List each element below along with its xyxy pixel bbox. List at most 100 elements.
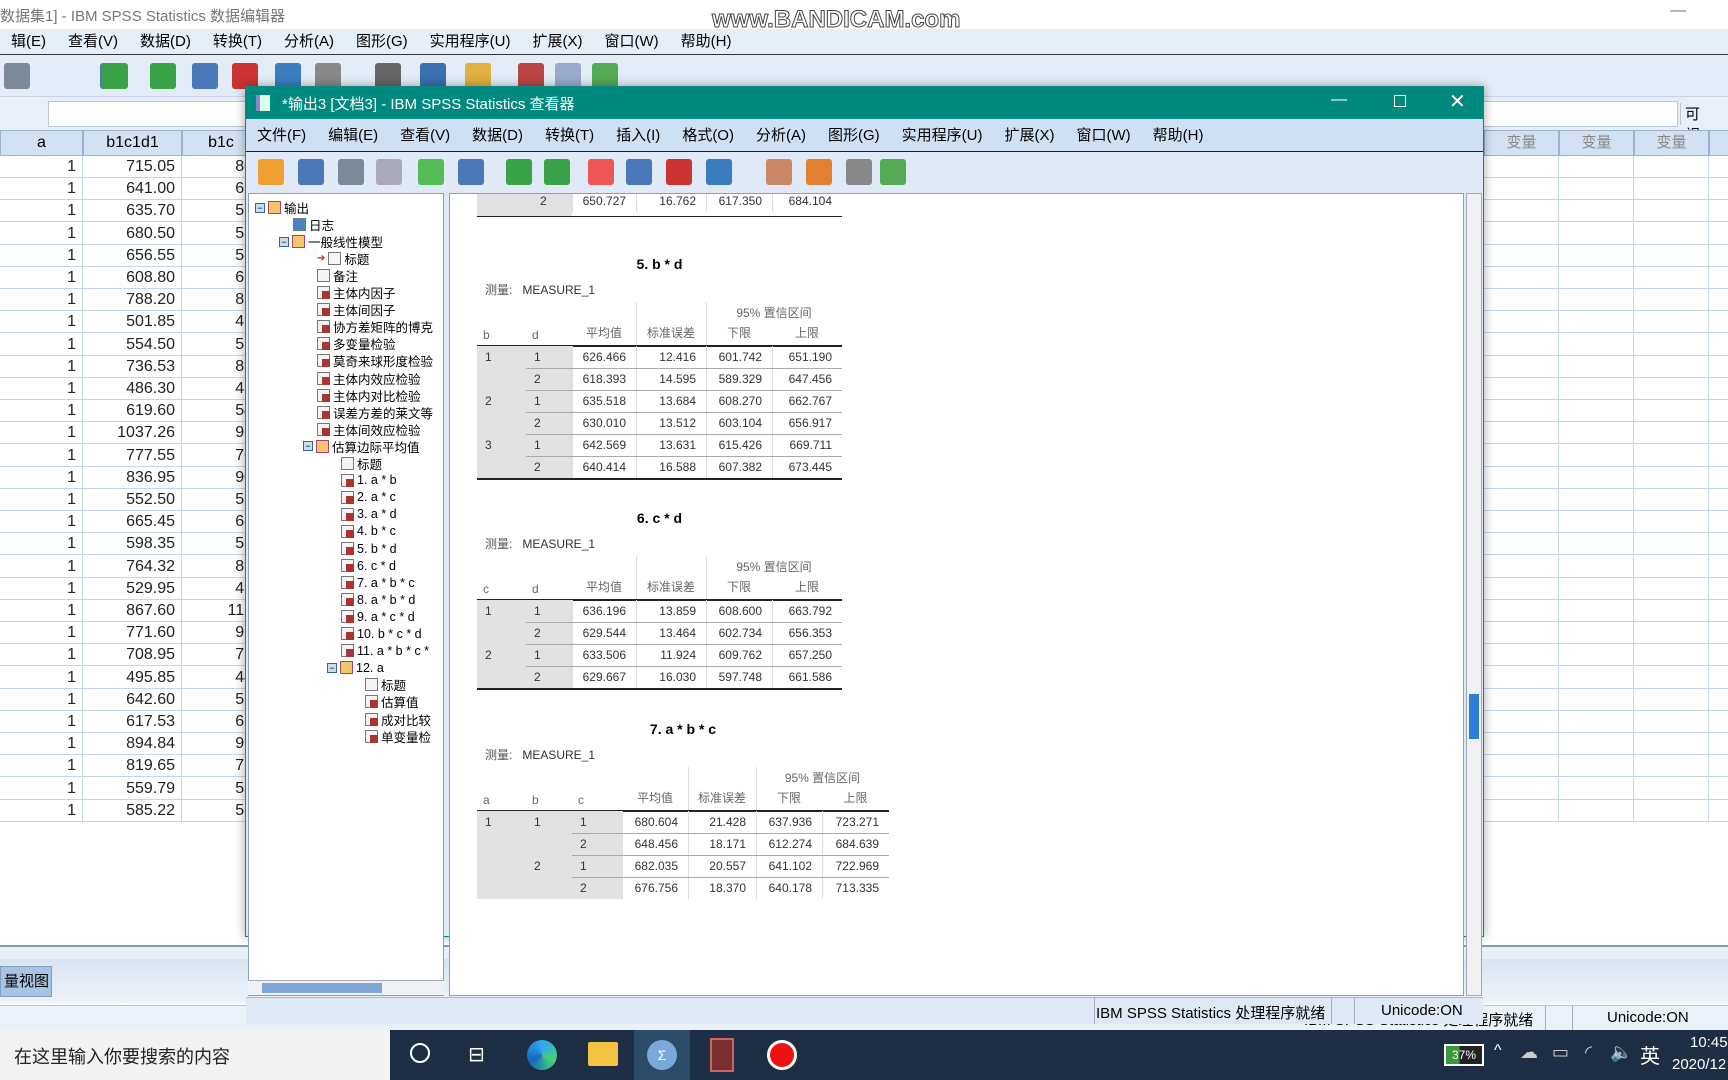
empty-cell[interactable] <box>1634 489 1709 511</box>
tree-item-label[interactable]: 2. a * c <box>357 490 396 504</box>
data-cell[interactable]: 635.70 <box>83 200 182 223</box>
data-cell[interactable]: 1 <box>0 533 83 556</box>
data-cell[interactable]: 1 <box>0 422 83 445</box>
viewer-menu-item[interactable]: 分析(A) <box>745 119 817 152</box>
empty-cell[interactable] <box>1709 422 1728 445</box>
tree-item-label[interactable]: 4. b * c <box>357 524 396 538</box>
empty-cell[interactable] <box>1484 222 1559 245</box>
data-cell[interactable]: 1 <box>0 688 83 711</box>
data-cell[interactable]: 1 <box>0 222 83 245</box>
editor-minimize-button[interactable]: — <box>1670 2 1686 20</box>
data-cell[interactable]: 619.60 <box>83 400 182 423</box>
empty-cell[interactable] <box>1709 600 1728 622</box>
empty-cell[interactable] <box>1559 156 1634 178</box>
empty-cell[interactable] <box>1559 422 1634 445</box>
data-cell[interactable]: 495.85 <box>83 666 182 689</box>
viewer-menu-item[interactable]: 转换(T) <box>534 119 605 152</box>
tree-item[interactable]: 5. b * d <box>341 540 397 557</box>
data-cell[interactable]: 680.50 <box>83 222 182 245</box>
tree-item-label[interactable]: 1. a * b <box>357 473 397 487</box>
tree-item-label[interactable]: 9. a * c * d <box>357 610 415 624</box>
expand-collapse-icon[interactable]: − <box>255 202 265 213</box>
tree-item[interactable]: 4. b * c <box>341 523 396 540</box>
tree-item[interactable]: 估算值 <box>365 693 419 710</box>
empty-cell[interactable] <box>1634 422 1709 445</box>
redo-icon[interactable] <box>150 63 176 89</box>
empty-cell[interactable] <box>1709 800 1728 822</box>
empty-cell[interactable] <box>1634 200 1709 223</box>
empty-cell[interactable] <box>1634 777 1709 800</box>
empty-cell[interactable] <box>1484 577 1559 600</box>
empty-cell[interactable] <box>1634 555 1709 578</box>
data-cell[interactable]: 867.60 <box>83 600 182 622</box>
empty-cell[interactable] <box>1709 289 1728 312</box>
empty-cell[interactable] <box>1709 334 1728 356</box>
content-vertical-scrollbar[interactable] <box>1466 193 1482 996</box>
tree-item[interactable]: 标题 <box>341 455 382 472</box>
data-cell[interactable]: 486.30 <box>83 378 182 400</box>
empty-cell[interactable] <box>1634 222 1709 245</box>
empty-cell[interactable] <box>1634 156 1709 178</box>
empty-cell[interactable] <box>1484 688 1559 711</box>
empty-cell[interactable] <box>1559 755 1634 778</box>
tree-item[interactable]: − 输出 <box>255 199 309 216</box>
viewer-menu-item[interactable]: 编辑(E) <box>317 119 389 152</box>
empty-cell[interactable] <box>1559 511 1634 534</box>
empty-cell[interactable] <box>1709 378 1728 400</box>
battery-indicator[interactable]: 37% <box>1444 1044 1484 1066</box>
tree-item[interactable]: 主体内效应检验 <box>317 370 421 387</box>
empty-cell[interactable] <box>1484 267 1559 289</box>
data-cell[interactable]: 1 <box>0 733 83 756</box>
empty-cell[interactable] <box>1634 688 1709 711</box>
tree-item-label[interactable]: 10. b * c * d <box>357 627 422 641</box>
empty-cell[interactable] <box>1559 244 1634 267</box>
empty-cell[interactable] <box>1634 666 1709 689</box>
viewer-menu-item[interactable]: 帮助(H) <box>1142 119 1215 152</box>
data-cell[interactable]: 641.00 <box>83 178 182 201</box>
edge-icon[interactable] <box>527 1040 557 1070</box>
empty-cell[interactable] <box>1709 511 1728 534</box>
empty-cell[interactable] <box>1709 578 1728 600</box>
column-header-var[interactable]: 变量 <box>1634 130 1709 156</box>
data-cell[interactable]: 1 <box>0 200 83 223</box>
empty-cell[interactable] <box>1484 333 1559 356</box>
data-cell[interactable]: 764.32 <box>83 555 182 578</box>
editor-menu-item[interactable]: 分析(A) <box>273 29 345 55</box>
print-icon[interactable] <box>338 159 364 185</box>
empty-cell[interactable] <box>1559 289 1634 312</box>
data-cell[interactable]: 501.85 <box>83 311 182 334</box>
show-hidden-icons[interactable]: ^ <box>1494 1042 1502 1060</box>
designate-window-icon[interactable] <box>766 159 792 185</box>
record-icon[interactable] <box>767 1040 797 1070</box>
export-icon[interactable] <box>418 159 444 185</box>
column-header-var[interactable]: 变量 <box>1559 130 1634 156</box>
tree-horizontal-scrollbar[interactable] <box>248 980 444 995</box>
wifi-icon[interactable]: ◜ <box>1585 1042 1592 1063</box>
data-cell[interactable]: 836.95 <box>83 466 182 489</box>
empty-cell[interactable] <box>1709 533 1728 556</box>
empty-cell[interactable] <box>1484 444 1559 467</box>
data-cell[interactable]: 608.80 <box>83 267 182 289</box>
editor-menu-item[interactable]: 数据(D) <box>129 29 202 55</box>
goto-case-icon[interactable] <box>626 159 652 185</box>
data-cell[interactable]: 788.20 <box>83 289 182 312</box>
data-cell[interactable]: 1 <box>0 355 83 378</box>
clock-time[interactable]: 10:45 <box>1690 1034 1728 1051</box>
empty-cell[interactable] <box>1634 466 1709 489</box>
expand-collapse-icon[interactable]: − <box>279 236 289 247</box>
redo-icon[interactable] <box>544 159 570 185</box>
data-cell[interactable]: 1 <box>0 311 83 334</box>
empty-cell[interactable] <box>1709 311 1728 334</box>
empty-cell[interactable] <box>1634 178 1709 201</box>
data-cell[interactable]: 1 <box>0 622 83 645</box>
empty-cell[interactable] <box>1709 356 1728 378</box>
tree-item[interactable]: 主体间效应检验 <box>317 421 421 438</box>
empty-cell[interactable] <box>1709 267 1728 289</box>
data-cell[interactable]: 1037.26 <box>83 422 182 445</box>
empty-cell[interactable] <box>1559 577 1634 600</box>
viewer-close-button[interactable]: ✕ <box>1449 89 1466 114</box>
column-header-var[interactable] <box>1709 130 1728 156</box>
data-cell[interactable]: 665.45 <box>83 511 182 534</box>
empty-cell[interactable] <box>1709 467 1728 489</box>
editor-menu-item[interactable]: 窗口(W) <box>593 29 669 55</box>
